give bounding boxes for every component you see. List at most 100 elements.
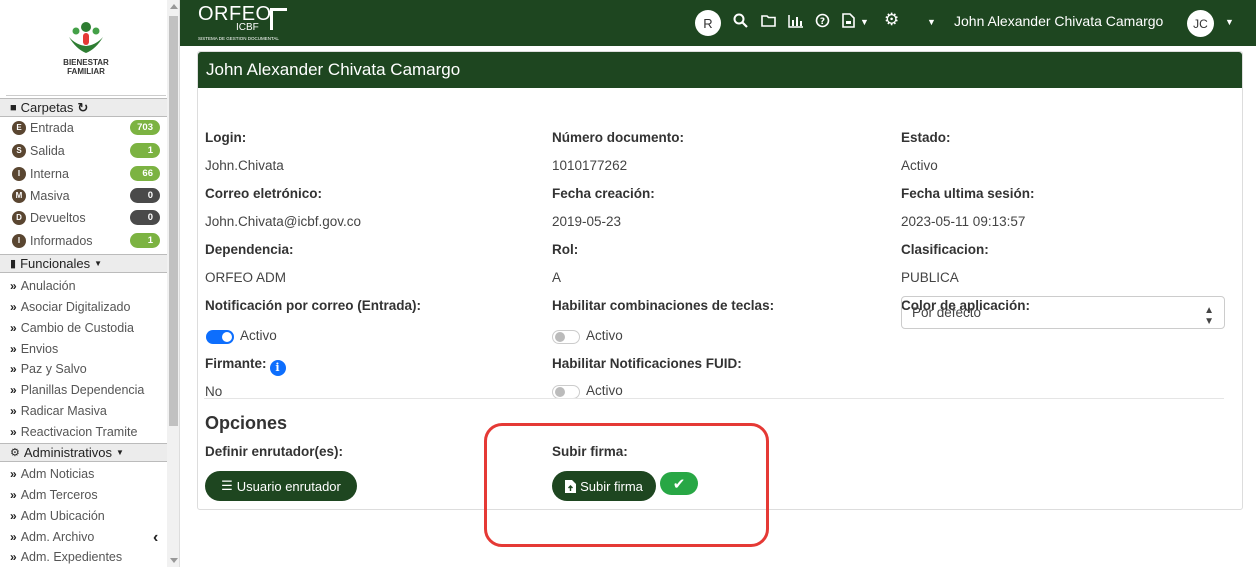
folder-letter: D — [12, 210, 26, 225]
bienestar-logo-icon — [69, 22, 103, 53]
fuid-toggle[interactable] — [552, 385, 580, 399]
folder-letter: S — [12, 143, 26, 158]
caret-down-icon[interactable]: ▼ — [860, 13, 869, 31]
sidebar-link-label: Cambio de Custodia — [20, 320, 134, 335]
sidebar-link-adm-archivo[interactable]: » Adm. Archivo — [0, 526, 166, 547]
clasificacion-value: PUBLICA — [901, 270, 959, 285]
folder-count-badge: 66 — [130, 166, 160, 181]
chart-icon[interactable] — [788, 14, 804, 28]
sidebar-link-label: Adm Ubicación — [20, 508, 105, 523]
login-value: John.Chivata — [205, 158, 284, 173]
numdoc-label: Número documento: — [552, 130, 685, 145]
sidebar-link-envios[interactable]: » Envios — [0, 338, 166, 359]
clasificacion-label: Clasificacion: — [901, 242, 989, 257]
double-chevron-icon: » — [10, 424, 17, 439]
firmante-label-wrap: Firmante: i — [205, 356, 286, 376]
caret-down-icon: ▼ — [116, 448, 124, 457]
sidebar-link-label: Paz y Salvo — [20, 361, 87, 376]
highlight-annotation — [484, 423, 769, 547]
search-icon[interactable] — [733, 13, 748, 28]
sidebar-link-label: Adm. Archivo — [20, 529, 95, 544]
color-select-value: Por defecto — [912, 305, 982, 320]
scroll-down-icon[interactable] — [170, 558, 178, 563]
folder-informados[interactable]: I Informados 1 — [0, 230, 166, 251]
cogs-icon: ⚙ — [10, 447, 20, 459]
usuario-enrutador-button[interactable]: ☰ Usuario enrutador — [205, 471, 357, 501]
top-navbar: ORFEO ICBF SISTEMA DE GESTION DOCUMENTAL… — [180, 0, 1256, 46]
logo: BIENESTAR FAMILIAR — [6, 0, 166, 96]
double-chevron-icon: » — [10, 466, 17, 481]
caret-down-icon[interactable]: ▼ — [927, 13, 936, 31]
caret-down-icon: ▼ — [94, 259, 103, 268]
carpetas-header[interactable]: ■ Carpetas ↻ — [0, 98, 167, 117]
scrollbar-thumb[interactable] — [169, 16, 178, 426]
folder-entrada[interactable]: E Entrada 703 — [0, 117, 166, 138]
profile-title: John Alexander Chivata Camargo — [198, 52, 1242, 88]
teclas-label: Habilitar combinaciones de teclas: — [552, 298, 775, 313]
folder-count-badge: 703 — [130, 120, 160, 135]
folder-label: Masiva — [30, 188, 70, 203]
scroll-up-icon[interactable] — [170, 4, 178, 9]
double-chevron-icon: » — [10, 508, 17, 523]
folder-interna[interactable]: I Interna 66 — [0, 163, 166, 184]
user-name[interactable]: John Alexander Chivata Camargo — [954, 13, 1163, 29]
folder-letter: I — [12, 233, 26, 248]
help-icon[interactable]: ? — [815, 13, 830, 28]
folder-open-icon[interactable] — [761, 15, 776, 27]
sidebar-link-reactivacion-tramite[interactable]: » Reactivacion Tramite — [0, 421, 166, 442]
sidebar-link-label: Envios — [20, 341, 59, 356]
folder-masiva[interactable]: M Masiva 0 — [0, 185, 166, 206]
sidebar-link-label: Adm. Expedientes — [20, 549, 123, 564]
correo-value: John.Chivata@icbf.gov.co — [205, 214, 362, 229]
avatar-r[interactable]: R — [695, 10, 721, 36]
notificacion-toggle[interactable] — [206, 330, 234, 344]
folder-label: Entrada — [30, 120, 74, 135]
refresh-icon[interactable]: ↻ — [77, 100, 88, 116]
folder-devueltos[interactable]: D Devueltos 0 — [0, 207, 166, 228]
folder-label: Interna — [30, 166, 69, 181]
sidebar-link-adm-ubicacion[interactable]: » Adm Ubicación — [0, 505, 166, 526]
orfeo-brand[interactable]: ORFEO ICBF SISTEMA DE GESTION DOCUMENTAL — [198, 3, 287, 41]
sidebar-link-asociar-digitalizado[interactable]: » Asociar Digitalizado — [0, 296, 166, 317]
fuid-label: Habilitar Notificaciones FUID: — [552, 356, 742, 371]
sidebar-link-anulacion[interactable]: » Anulación — [0, 275, 166, 296]
carpetas-label: Carpetas — [20, 100, 74, 115]
administrativos-header[interactable]: ⚙ Administrativos ▼ — [0, 443, 167, 462]
sidebar-link-label: Adm Noticias — [20, 466, 95, 481]
sidebar-link-planillas-dependencia[interactable]: » Planillas Dependencia — [0, 379, 166, 400]
color-select[interactable]: Por defecto ▲ ▼ — [901, 296, 1225, 329]
sidebar-link-adm-expedientes[interactable]: » Adm. Expedientes — [0, 546, 166, 567]
folder-count-badge: 0 — [130, 210, 160, 225]
double-chevron-icon: » — [10, 549, 17, 564]
collapse-sidebar-icon[interactable]: ‹ — [153, 529, 158, 547]
fecha-sesion-label: Fecha ultima sesión: — [901, 186, 1035, 201]
sidebar-link-cambio-custodia[interactable]: » Cambio de Custodia — [0, 317, 166, 338]
cogs-icon[interactable]: ⚙ — [884, 11, 899, 29]
svg-text:?: ? — [820, 17, 825, 27]
dependencia-label: Dependencia: — [205, 242, 294, 257]
folder-salida[interactable]: S Salida 1 — [0, 140, 166, 161]
signpost-icon: ☰ — [221, 478, 233, 493]
folder-letter: E — [12, 120, 26, 135]
user-menu-caret-icon[interactable]: ▼ — [1225, 13, 1234, 31]
sidebar-link-label: Anulación — [20, 278, 76, 293]
info-icon[interactable]: i — [269, 359, 286, 376]
sidebar-link-adm-noticias[interactable]: » Adm Noticias — [0, 463, 166, 484]
sidebar-link-paz-y-salvo[interactable]: » Paz y Salvo — [0, 358, 166, 379]
teclas-toggle[interactable] — [552, 330, 580, 344]
double-chevron-icon: » — [10, 299, 17, 314]
file-icon[interactable] — [842, 13, 855, 28]
sidebar-link-adm-terceros[interactable]: » Adm Terceros — [0, 484, 166, 505]
sidebar: BIENESTAR FAMILIAR ■ Carpetas ↻ E Entrad… — [0, 0, 180, 567]
estado-label: Estado: — [901, 130, 951, 145]
sidebar-link-radicar-masiva[interactable]: » Radicar Masiva — [0, 400, 166, 421]
folder-count-badge: 0 — [130, 188, 160, 203]
sidebar-scrollbar[interactable] — [167, 0, 179, 567]
login-label: Login: — [205, 130, 247, 145]
numdoc-value: 1010177262 — [552, 158, 628, 173]
dependencia-value: ORFEO ADM — [205, 270, 287, 285]
sidebar-link-label: Planillas Dependencia — [20, 382, 145, 397]
funcionales-header[interactable]: ▮ Funcionales ▼ — [0, 254, 167, 273]
logo-text-2: FAMILIAR — [67, 67, 105, 76]
user-avatar[interactable]: JC — [1187, 10, 1214, 37]
